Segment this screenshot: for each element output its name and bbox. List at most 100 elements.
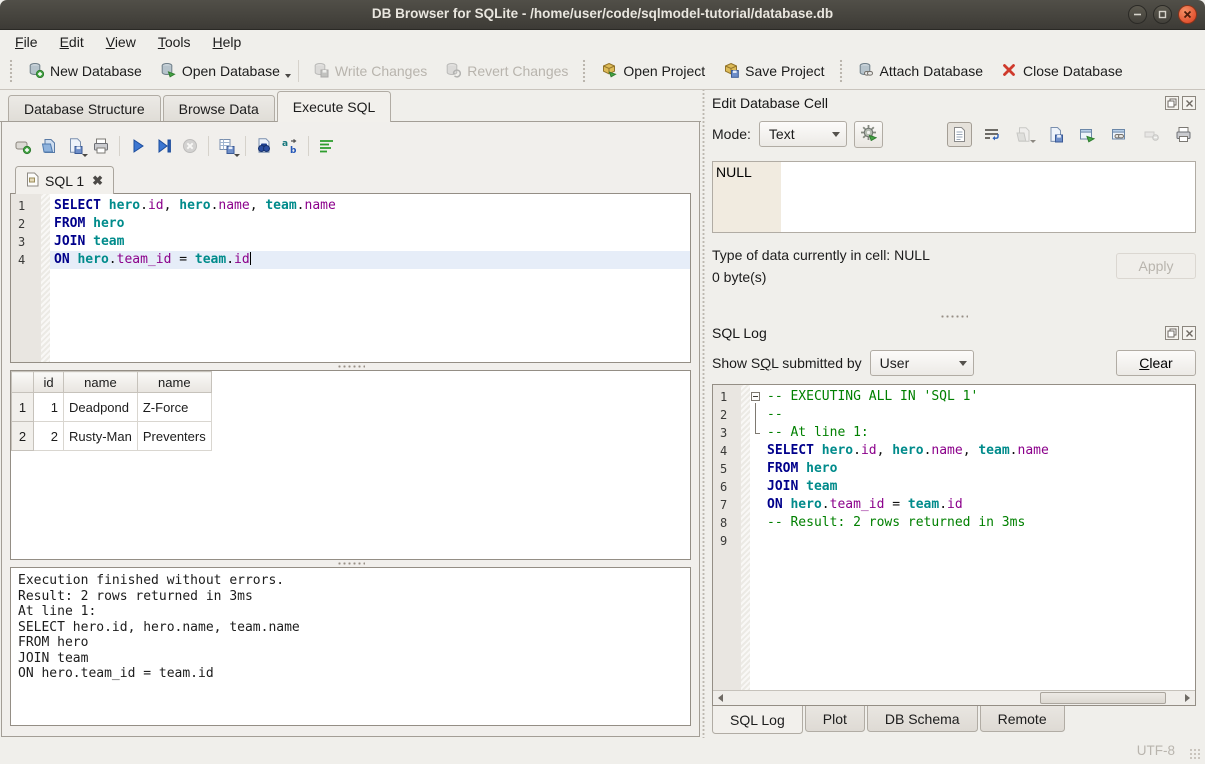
new-database-button[interactable]: New Database bbox=[19, 57, 151, 85]
menu-tools[interactable]: Tools bbox=[147, 32, 202, 52]
stop-execution-icon[interactable] bbox=[177, 133, 203, 159]
maximize-button[interactable] bbox=[1153, 5, 1172, 24]
execute-all-icon[interactable] bbox=[125, 133, 151, 159]
log-horizontal-scrollbar[interactable] bbox=[713, 690, 1195, 705]
open-external-icon[interactable] bbox=[1075, 122, 1100, 147]
open-database-dropdown-icon[interactable] bbox=[285, 74, 291, 78]
line-number: 6 bbox=[720, 478, 741, 496]
menu-view[interactable]: View bbox=[95, 32, 147, 52]
fold-margin-cell bbox=[750, 442, 763, 460]
scroll-left-icon[interactable] bbox=[713, 691, 728, 705]
find-icon[interactable] bbox=[251, 133, 277, 159]
tab-sql-log[interactable]: SQL Log bbox=[712, 706, 803, 734]
log-filter-select[interactable]: User bbox=[870, 350, 974, 376]
clear-log-button[interactable]: Clear bbox=[1116, 350, 1196, 376]
cell-info: Type of data currently in cell: NULL 0 b… bbox=[712, 244, 1196, 288]
sql-editor-lines[interactable]: SELECT hero.id, hero.name, team.nameFROM… bbox=[50, 194, 690, 362]
gear-icon bbox=[860, 124, 877, 144]
open-sql-file-icon[interactable] bbox=[36, 133, 62, 159]
sql-editor[interactable]: 1234 SELECT hero.id, hero.name, team.nam… bbox=[10, 193, 691, 363]
line-number: 3 bbox=[18, 233, 41, 251]
titlebar[interactable]: DB Browser for SQLite - /home/user/code/… bbox=[0, 0, 1205, 30]
code-line: FROM hero bbox=[54, 215, 690, 233]
fold-marker[interactable] bbox=[750, 388, 763, 406]
resize-grip-icon[interactable] bbox=[1189, 748, 1202, 761]
row-header[interactable]: 2 bbox=[12, 422, 34, 451]
sql-file-tab[interactable]: SQL 1 ✖ bbox=[15, 166, 114, 194]
table-cell[interactable]: Deadpond bbox=[64, 393, 138, 422]
column-header[interactable]: name bbox=[137, 372, 211, 393]
tab-remote[interactable]: Remote bbox=[980, 706, 1065, 732]
export-results-icon[interactable] bbox=[214, 133, 240, 159]
column-header[interactable]: id bbox=[34, 372, 64, 393]
float-panel-icon[interactable] bbox=[1165, 96, 1179, 110]
open-database-button[interactable]: Open Database bbox=[151, 57, 289, 85]
log-fold-margin bbox=[750, 385, 763, 690]
table-cell[interactable]: Z-Force bbox=[137, 393, 211, 422]
message-line: FROM hero bbox=[18, 635, 683, 651]
table-corner[interactable] bbox=[12, 372, 34, 393]
scrollbar-thumb[interactable] bbox=[1040, 692, 1167, 704]
window-title: DB Browser for SQLite - /home/user/code/… bbox=[0, 6, 1205, 21]
sql-log-lines: -- EXECUTING ALL IN 'SQL 1'---- At line … bbox=[763, 385, 1195, 690]
remove-cell-icon[interactable] bbox=[1139, 122, 1164, 147]
editor-results-splitter[interactable] bbox=[10, 363, 691, 370]
print-cell-icon[interactable] bbox=[1171, 122, 1196, 147]
column-header[interactable]: name bbox=[64, 372, 138, 393]
table-cell[interactable]: Rusty-Man bbox=[64, 422, 138, 451]
tab-plot[interactable]: Plot bbox=[805, 706, 865, 732]
menu-help[interactable]: Help bbox=[202, 32, 253, 52]
right-dock: Edit Database Cell Mode: Text bbox=[706, 90, 1205, 738]
window-controls bbox=[1128, 5, 1197, 24]
main-tab-bar: Database Structure Browse Data Execute S… bbox=[0, 90, 701, 122]
write-changes-button[interactable]: Write Changes bbox=[304, 57, 436, 85]
open-database-icon bbox=[160, 62, 176, 81]
close-sql-tab-icon[interactable]: ✖ bbox=[92, 173, 103, 189]
row-header[interactable]: 1 bbox=[12, 393, 34, 422]
close-database-button[interactable]: Close Database bbox=[992, 57, 1132, 85]
tab-db-schema[interactable]: DB Schema bbox=[867, 706, 978, 732]
text-mode-icon[interactable] bbox=[947, 122, 972, 147]
table-cell[interactable]: Preventers bbox=[137, 422, 211, 451]
attach-database-button[interactable]: Attach Database bbox=[849, 57, 993, 85]
code-line: JOIN team bbox=[54, 233, 690, 251]
find-replace-icon[interactable]: ab bbox=[277, 133, 303, 159]
table-cell[interactable]: 2 bbox=[34, 422, 64, 451]
cell-value: NULL bbox=[716, 164, 752, 180]
table-cell[interactable]: 1 bbox=[34, 393, 64, 422]
close-window-button[interactable] bbox=[1178, 5, 1197, 24]
mode-select[interactable]: Text bbox=[759, 121, 847, 147]
line-number: 1 bbox=[720, 388, 741, 406]
word-wrap-icon[interactable] bbox=[979, 122, 1004, 147]
cell-icon-bar bbox=[947, 122, 1196, 147]
float-panel-icon[interactable] bbox=[1165, 326, 1179, 340]
import-cell-icon[interactable] bbox=[1011, 122, 1036, 147]
toolbar-handle[interactable] bbox=[9, 59, 14, 83]
apply-button[interactable]: Apply bbox=[1116, 253, 1196, 279]
menu-edit[interactable]: Edit bbox=[49, 32, 95, 52]
tab-browse-data[interactable]: Browse Data bbox=[163, 95, 275, 121]
close-panel-icon[interactable] bbox=[1182, 326, 1196, 340]
scroll-right-icon[interactable] bbox=[1180, 691, 1195, 705]
open-sql-tab-icon[interactable] bbox=[10, 133, 36, 159]
execute-current-line-icon[interactable] bbox=[151, 133, 177, 159]
auto-apply-button[interactable] bbox=[854, 121, 883, 148]
copy-url-icon[interactable] bbox=[1107, 122, 1132, 147]
dock-splitter[interactable] bbox=[712, 310, 1196, 322]
save-project-button[interactable]: Save Project bbox=[714, 57, 833, 85]
close-panel-icon[interactable] bbox=[1182, 96, 1196, 110]
tab-database-structure[interactable]: Database Structure bbox=[8, 95, 161, 121]
format-sql-icon[interactable] bbox=[314, 133, 340, 159]
log-line-numbers: 123456789 bbox=[713, 385, 741, 690]
print-sql-icon[interactable] bbox=[88, 133, 114, 159]
save-sql-file-icon[interactable] bbox=[62, 133, 88, 159]
minimize-button[interactable] bbox=[1128, 5, 1147, 24]
menu-file[interactable]: File bbox=[4, 32, 49, 52]
tab-execute-sql[interactable]: Execute SQL bbox=[277, 91, 392, 122]
edit-cell-header: Edit Database Cell bbox=[712, 92, 1196, 114]
results-message-splitter[interactable] bbox=[10, 560, 691, 567]
export-cell-icon[interactable] bbox=[1043, 122, 1068, 147]
revert-changes-button[interactable]: Revert Changes bbox=[436, 57, 577, 85]
cell-editor[interactable]: NULL bbox=[712, 161, 1196, 233]
open-project-button[interactable]: Open Project bbox=[592, 57, 714, 85]
